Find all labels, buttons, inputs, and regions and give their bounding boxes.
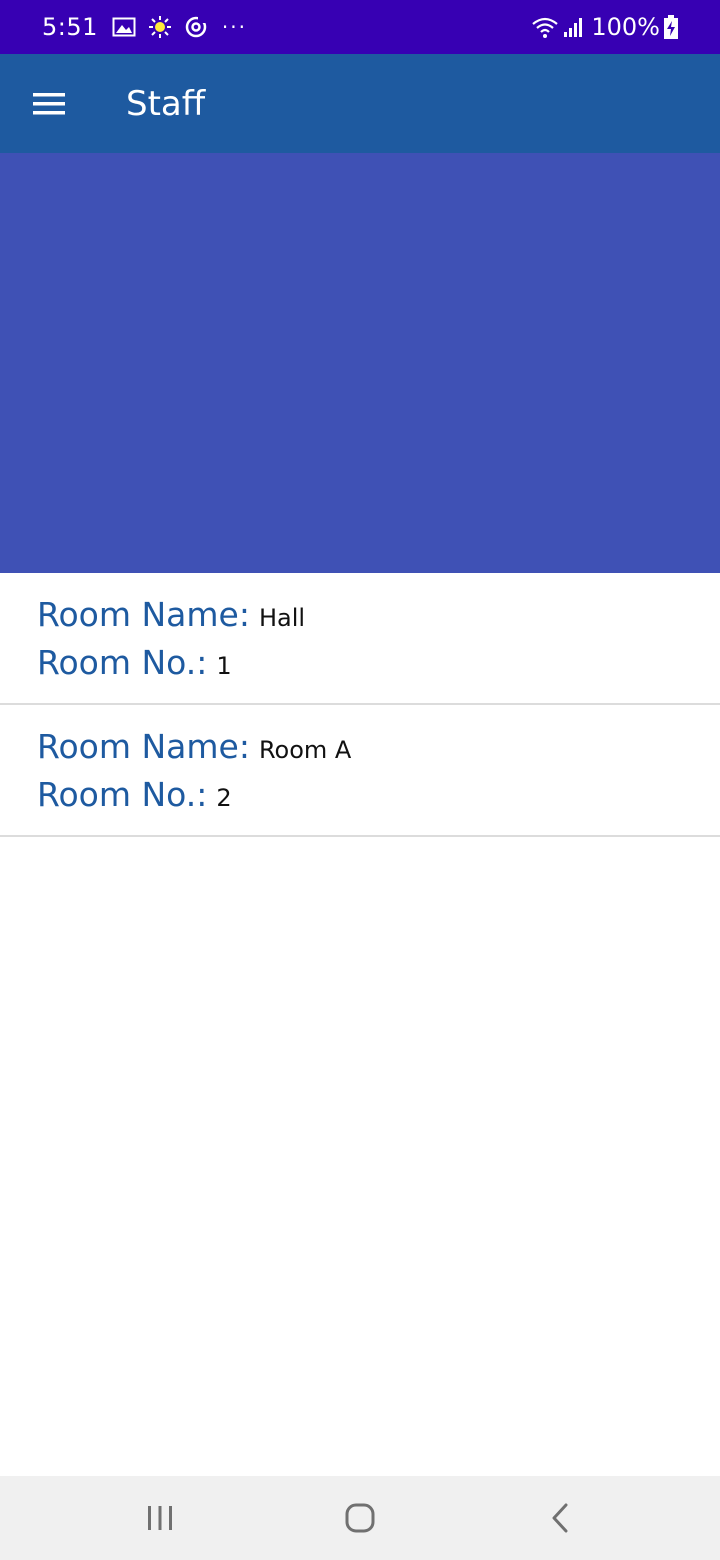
menu-button[interactable] bbox=[19, 74, 79, 134]
more-notifications-indicator: ··· bbox=[221, 15, 247, 39]
room-name-row: Room Name: Room A bbox=[37, 727, 720, 775]
room-name-label: Room Name: bbox=[37, 595, 250, 634]
room-name-row: Room Name: Hall bbox=[37, 595, 720, 643]
room-number-row: Room No.: 1 bbox=[37, 643, 720, 691]
status-bar: 5:51 ··· 100% bbox=[0, 0, 720, 54]
back-icon bbox=[552, 1503, 568, 1533]
signal-icon bbox=[563, 16, 583, 38]
battery-percentage: 100% bbox=[591, 13, 660, 41]
room-list: Room Name: Hall Room No.: 1 Room Name: R… bbox=[0, 573, 720, 837]
status-time: 5:51 bbox=[42, 13, 98, 41]
room-number-label: Room No.: bbox=[37, 775, 208, 814]
image-icon bbox=[112, 17, 136, 37]
room-number-value: 2 bbox=[216, 784, 232, 812]
recent-apps-icon bbox=[148, 1506, 172, 1530]
app-bar: Staff bbox=[0, 54, 720, 153]
menu-icon bbox=[33, 92, 65, 114]
battery-charging-icon bbox=[664, 15, 678, 39]
room-name-value: Hall bbox=[258, 604, 306, 632]
room-name-label: Room Name: bbox=[37, 727, 250, 766]
sync-icon bbox=[184, 15, 208, 39]
status-left: 5:51 ··· bbox=[42, 13, 247, 41]
room-number-label: Room No.: bbox=[37, 643, 208, 682]
header-banner bbox=[0, 153, 720, 573]
room-number-row: Room No.: 2 bbox=[37, 775, 720, 823]
wifi-icon bbox=[531, 15, 559, 39]
page-title: Staff bbox=[126, 83, 206, 124]
system-nav-bar bbox=[0, 1476, 720, 1560]
sun-icon bbox=[148, 15, 172, 39]
status-right: 100% bbox=[519, 13, 678, 41]
back-button[interactable] bbox=[515, 1483, 605, 1553]
home-button[interactable] bbox=[315, 1483, 405, 1553]
home-icon bbox=[345, 1503, 375, 1533]
room-list-item[interactable]: Room Name: Hall Room No.: 1 bbox=[0, 573, 720, 705]
recent-apps-button[interactable] bbox=[115, 1483, 205, 1553]
room-list-item[interactable]: Room Name: Room A Room No.: 2 bbox=[0, 705, 720, 837]
room-name-value: Room A bbox=[258, 736, 352, 764]
room-number-value: 1 bbox=[216, 652, 232, 680]
